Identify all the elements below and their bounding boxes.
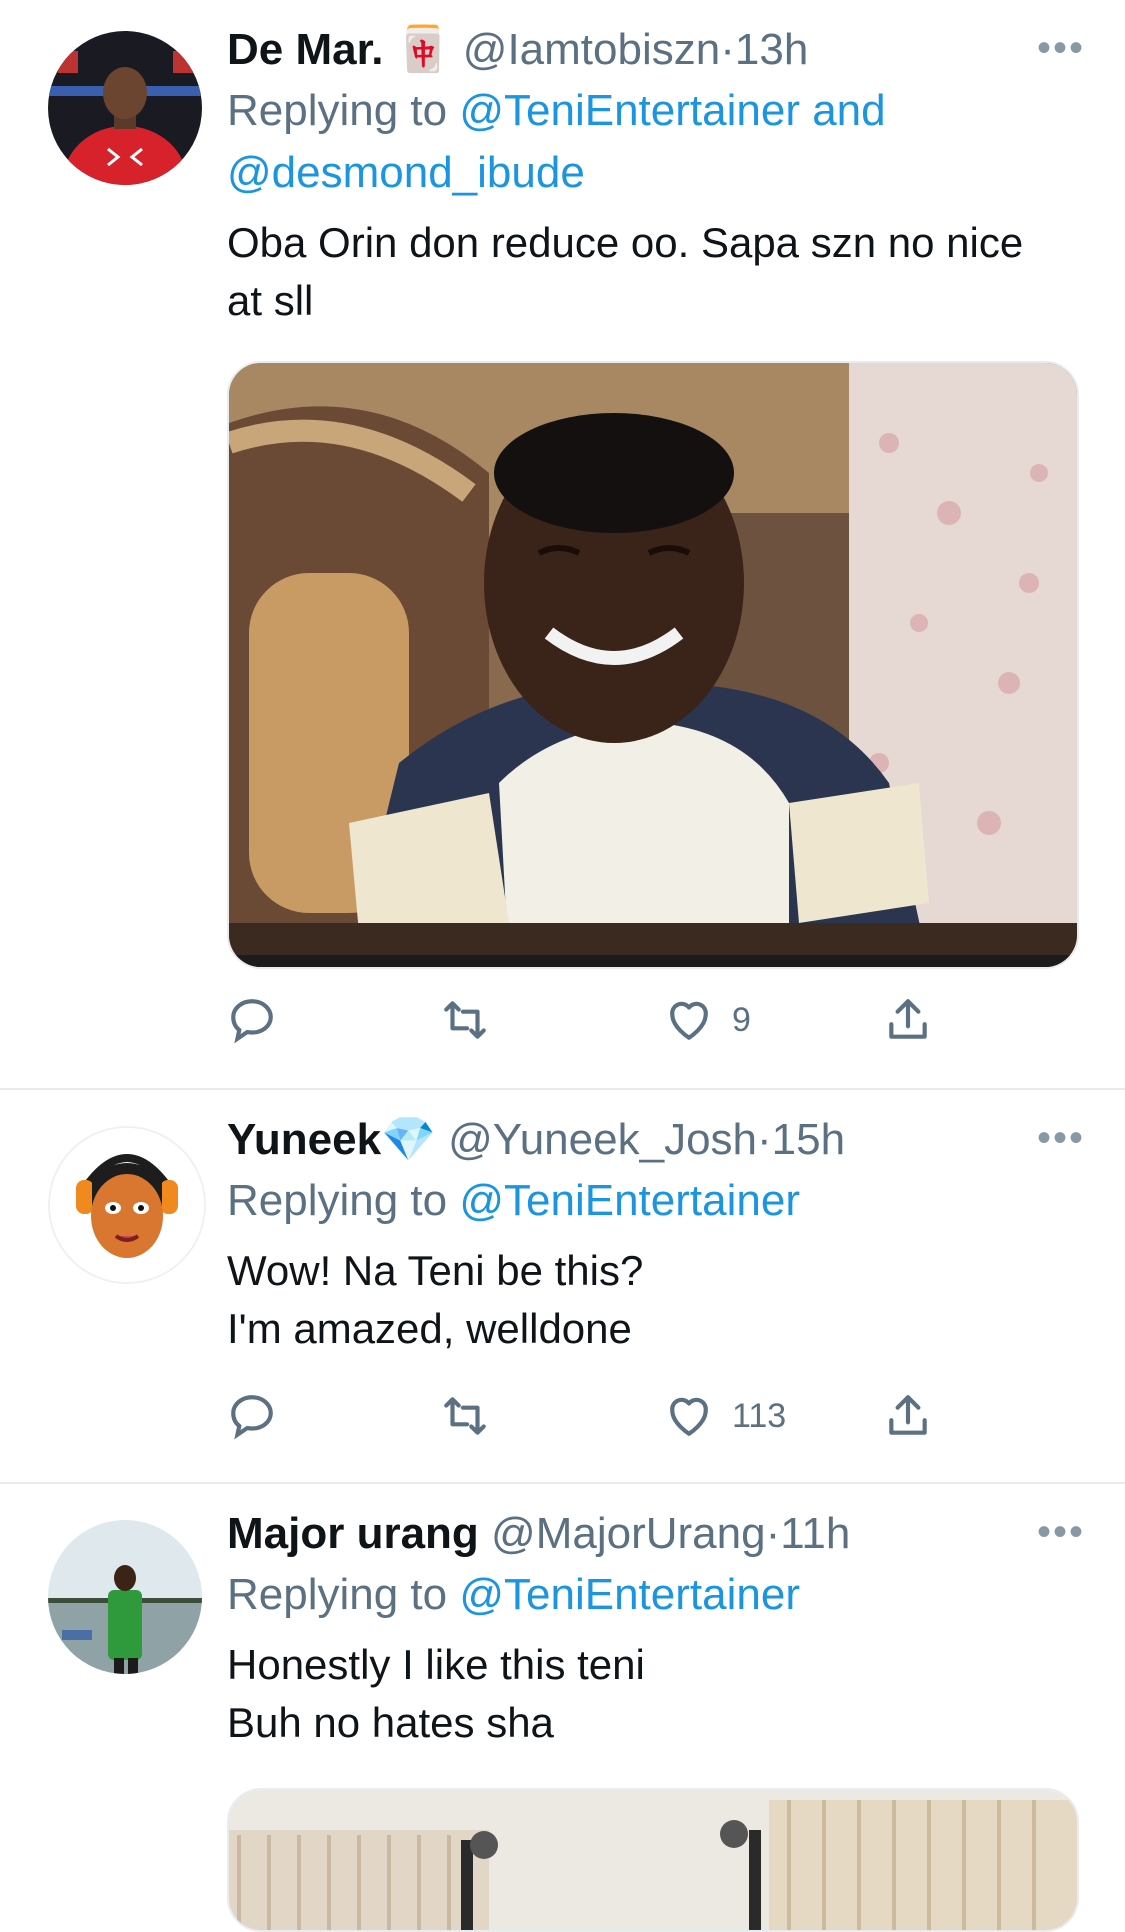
heart-icon <box>670 1001 708 1040</box>
user-handle[interactable]: @Yuneek_Josh <box>448 1115 757 1164</box>
tweet-text: Honestly I like this teni Buh no hates s… <box>227 1641 645 1746</box>
more-options-icon[interactable]: ••• <box>1037 1116 1085 1161</box>
separator-dot: · <box>720 25 735 74</box>
replying-to: Replying to @TeniEntertainer and @desmon… <box>227 80 1085 204</box>
user-handle[interactable]: @MajorUrang <box>491 1509 766 1558</box>
replying-to: Replying to @TeniEntertainer <box>227 1170 1085 1232</box>
badge-emoji: 🀄 <box>395 25 451 74</box>
tweet-text: Oba Orin don reduce oo. Sapa szn no nice… <box>227 219 1024 324</box>
tweet-2[interactable]: Yuneek💎 @Yuneek_Josh·15h Replying to @Te… <box>0 1090 1125 1482</box>
avatar[interactable] <box>48 1126 206 1284</box>
avatar[interactable] <box>48 31 202 185</box>
tweet-time[interactable]: 13h <box>735 25 808 74</box>
tweet-1[interactable]: De Mar. 🀄 @Iamtobiszn·13h Replying to @T… <box>0 0 1125 1088</box>
separator-dot: · <box>765 1509 781 1558</box>
reply-mentions[interactable]: @TeniEntertainer <box>459 1570 800 1619</box>
like-count: 9 <box>732 1000 751 1039</box>
tweet-time[interactable]: 15h <box>772 1115 845 1164</box>
share-icon <box>889 1395 927 1435</box>
reply-icon <box>231 999 273 1044</box>
more-options-icon[interactable]: ••• <box>1037 1510 1085 1555</box>
tweet-text: Wow! Na Teni be this? I'm amazed, welldo… <box>227 1247 644 1352</box>
retweet-icon <box>444 1001 486 1039</box>
reply-mentions[interactable]: @TeniEntertainer <box>459 1176 800 1225</box>
tweet-time[interactable]: 11h <box>780 1509 850 1558</box>
user-name[interactable]: De Mar. <box>227 25 384 74</box>
reply-prefix: Replying to <box>227 1176 460 1225</box>
like-count: 113 <box>732 1396 787 1435</box>
more-options-icon[interactable]: ••• <box>1037 26 1085 71</box>
reply-prefix: Replying to <box>227 86 460 135</box>
tweet-3[interactable]: Major urang @MajorUrang·11h Replying to … <box>0 1484 1125 1932</box>
user-name[interactable]: Major urang <box>227 1509 479 1558</box>
separator-dot: · <box>757 1115 772 1164</box>
reply-button[interactable] <box>227 1386 295 1446</box>
retweet-button[interactable] <box>440 990 508 1050</box>
retweet-icon <box>444 1397 486 1435</box>
reply-prefix: Replying to <box>227 1570 460 1619</box>
like-button[interactable]: 113 <box>664 1386 786 1446</box>
retweet-button[interactable] <box>440 1386 508 1446</box>
reply-icon <box>231 1395 273 1440</box>
share-button[interactable] <box>883 990 933 1050</box>
avatar[interactable] <box>48 1520 202 1674</box>
replying-to: Replying to @TeniEntertainer <box>227 1564 1085 1626</box>
share-button[interactable] <box>883 1386 933 1446</box>
share-icon <box>889 999 927 1039</box>
user-handle[interactable]: @Iamtobiszn <box>463 25 720 74</box>
tweet-image[interactable] <box>227 1788 1079 1932</box>
user-name[interactable]: Yuneek <box>227 1115 381 1164</box>
like-button[interactable]: 9 <box>664 990 751 1050</box>
heart-icon <box>670 1397 708 1436</box>
reply-button[interactable] <box>227 990 295 1050</box>
tweet-image[interactable] <box>227 361 1079 969</box>
badge-emoji: 💎 <box>381 1115 436 1164</box>
